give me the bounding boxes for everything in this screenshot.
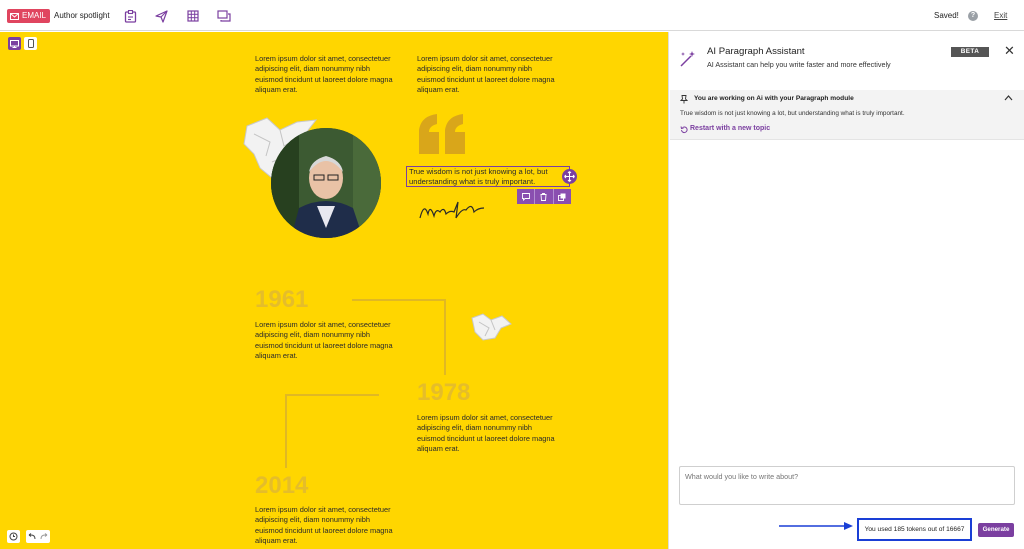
- paragraph-block[interactable]: Lorem ipsum dolor sit amet, consectetuer…: [255, 505, 395, 547]
- paragraph-block[interactable]: Lorem ipsum dolor sit amet, consectetuer…: [255, 54, 395, 96]
- top-bar: EMAIL Author spotlight Saved! ? Exit: [0, 0, 1024, 31]
- generate-button[interactable]: Generate: [978, 523, 1014, 537]
- history-controls: [7, 530, 50, 543]
- delete-icon[interactable]: [535, 189, 554, 204]
- context-text: True wisdom is not just knowing a lot, b…: [680, 110, 905, 117]
- chevron-up-icon[interactable]: [1004, 93, 1013, 104]
- context-box: You are working on Ai with your Paragrap…: [670, 90, 1024, 140]
- email-badge: EMAIL: [7, 9, 51, 23]
- timeline-year[interactable]: 1978: [417, 379, 470, 407]
- restart-icon: [680, 126, 688, 134]
- envelope-icon: [10, 12, 19, 20]
- crumpled-paper-image: [471, 313, 512, 341]
- quote-mark-icon: [419, 114, 465, 154]
- duplicate-icon[interactable]: [554, 189, 571, 204]
- history-icon[interactable]: [7, 530, 20, 543]
- module-toolbar: [517, 189, 571, 204]
- token-usage: You used 185 tokens out of 16667: [857, 518, 972, 541]
- comment-icon[interactable]: [517, 189, 536, 204]
- mobile-view-icon[interactable]: [24, 37, 37, 50]
- document-title[interactable]: Author spotlight: [54, 11, 110, 20]
- exit-link[interactable]: Exit: [994, 11, 1007, 20]
- author-portrait-image: [271, 128, 381, 238]
- timeline-year[interactable]: 2014: [255, 472, 308, 500]
- paragraph-block[interactable]: Lorem ipsum dolor sit amet, consectetuer…: [255, 320, 395, 362]
- help-icon[interactable]: ?: [968, 11, 978, 21]
- send-icon[interactable]: [152, 7, 170, 25]
- view-toggle: [8, 37, 37, 50]
- comments-icon[interactable]: [215, 7, 233, 25]
- paragraph-block[interactable]: Lorem ipsum dolor sit amet, consectetuer…: [417, 54, 557, 96]
- save-status: Saved!: [934, 11, 959, 20]
- close-icon[interactable]: ✕: [1004, 43, 1015, 59]
- move-handle-icon[interactable]: [562, 169, 577, 184]
- settings-doc-icon[interactable]: [121, 7, 139, 25]
- annotation-arrow: [779, 522, 853, 530]
- timeline-line: [287, 394, 379, 396]
- undo-redo-group: [26, 530, 50, 543]
- timeline-line: [352, 299, 446, 301]
- pin-icon: [680, 95, 688, 104]
- timeline-line: [285, 394, 287, 468]
- timeline-year[interactable]: 1961: [255, 286, 308, 314]
- signature-image: [419, 201, 485, 219]
- email-badge-label: EMAIL: [22, 11, 47, 20]
- grid-icon[interactable]: [184, 7, 202, 25]
- panel-subtitle: AI Assistant can help you write faster a…: [707, 60, 891, 69]
- redo-icon[interactable]: [40, 533, 48, 540]
- context-title: You are working on Ai with your Paragrap…: [694, 95, 854, 102]
- author-photo[interactable]: [271, 128, 381, 238]
- restart-topic-link[interactable]: Restart with a new topic: [690, 125, 770, 132]
- desktop-view-icon[interactable]: [8, 37, 21, 50]
- undo-icon[interactable]: [28, 533, 36, 540]
- email-canvas[interactable]: Lorem ipsum dolor sit amet, consectetuer…: [0, 32, 668, 549]
- panel-title: AI Paragraph Assistant: [707, 46, 805, 57]
- timeline-line: [444, 299, 446, 375]
- magic-wand-icon: [680, 51, 695, 67]
- paragraph-block[interactable]: Lorem ipsum dolor sit amet, consectetuer…: [417, 413, 557, 455]
- prompt-input[interactable]: [679, 466, 1015, 505]
- ai-assistant-panel: AI Paragraph Assistant AI Assistant can …: [668, 32, 1024, 549]
- selected-quote-paragraph[interactable]: True wisdom is not just knowing a lot, b…: [406, 166, 570, 187]
- beta-badge: BETA: [951, 47, 989, 57]
